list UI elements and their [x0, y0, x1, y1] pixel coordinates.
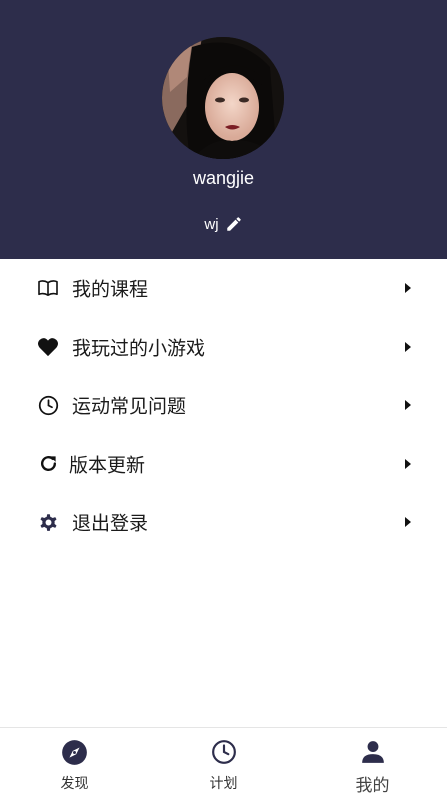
tab-label: 计划 [209, 776, 238, 792]
menu-item-my-courses[interactable]: 我的课程 [0, 259, 447, 318]
refresh-icon [37, 453, 59, 475]
clock-icon [37, 394, 59, 416]
nickname-row: wj [0, 212, 447, 236]
avatar-photo [162, 37, 284, 159]
clock-icon [210, 738, 238, 766]
tab-mine[interactable]: 我的 [298, 728, 447, 798]
chevron-right-icon [405, 400, 411, 411]
tab-discover[interactable]: 发现 [0, 728, 149, 798]
tab-label: 我的 [355, 776, 390, 796]
menu-item-version-update[interactable]: 版本更新 [0, 435, 447, 494]
user-icon [359, 738, 387, 766]
profile-menu: 我的课程 我玩过的小游戏 运动常见问题 版本更新 退出登录 [0, 259, 447, 552]
bottom-tab-bar: 发现 计划 我的 [0, 727, 447, 798]
open-book-icon [37, 277, 59, 299]
gear-icon [37, 511, 59, 533]
chevron-right-icon [405, 517, 411, 528]
menu-item-label: 我的课程 [72, 278, 149, 301]
menu-item-sports-faq[interactable]: 运动常见问题 [0, 376, 447, 435]
chevron-right-icon [405, 341, 411, 352]
menu-item-played-games[interactable]: 我玩过的小游戏 [0, 318, 447, 377]
chevron-right-icon [405, 458, 411, 469]
profile-header: wangjie wj [0, 0, 447, 259]
chevron-right-icon [405, 283, 411, 294]
avatar[interactable] [162, 37, 284, 159]
menu-item-label: 我玩过的小游戏 [72, 337, 206, 360]
menu-item-label: 版本更新 [69, 454, 146, 477]
menu-item-logout[interactable]: 退出登录 [0, 493, 447, 552]
profile-username: wangjie [192, 168, 255, 188]
tab-plan[interactable]: 计划 [149, 728, 298, 798]
compass-icon [61, 738, 89, 766]
menu-item-label: 退出登录 [72, 512, 149, 535]
profile-nickname: wj [204, 215, 219, 233]
menu-item-label: 运动常见问题 [72, 395, 187, 418]
heart-icon [37, 336, 59, 358]
pencil-icon[interactable] [225, 215, 243, 233]
tab-label: 发现 [60, 776, 89, 792]
